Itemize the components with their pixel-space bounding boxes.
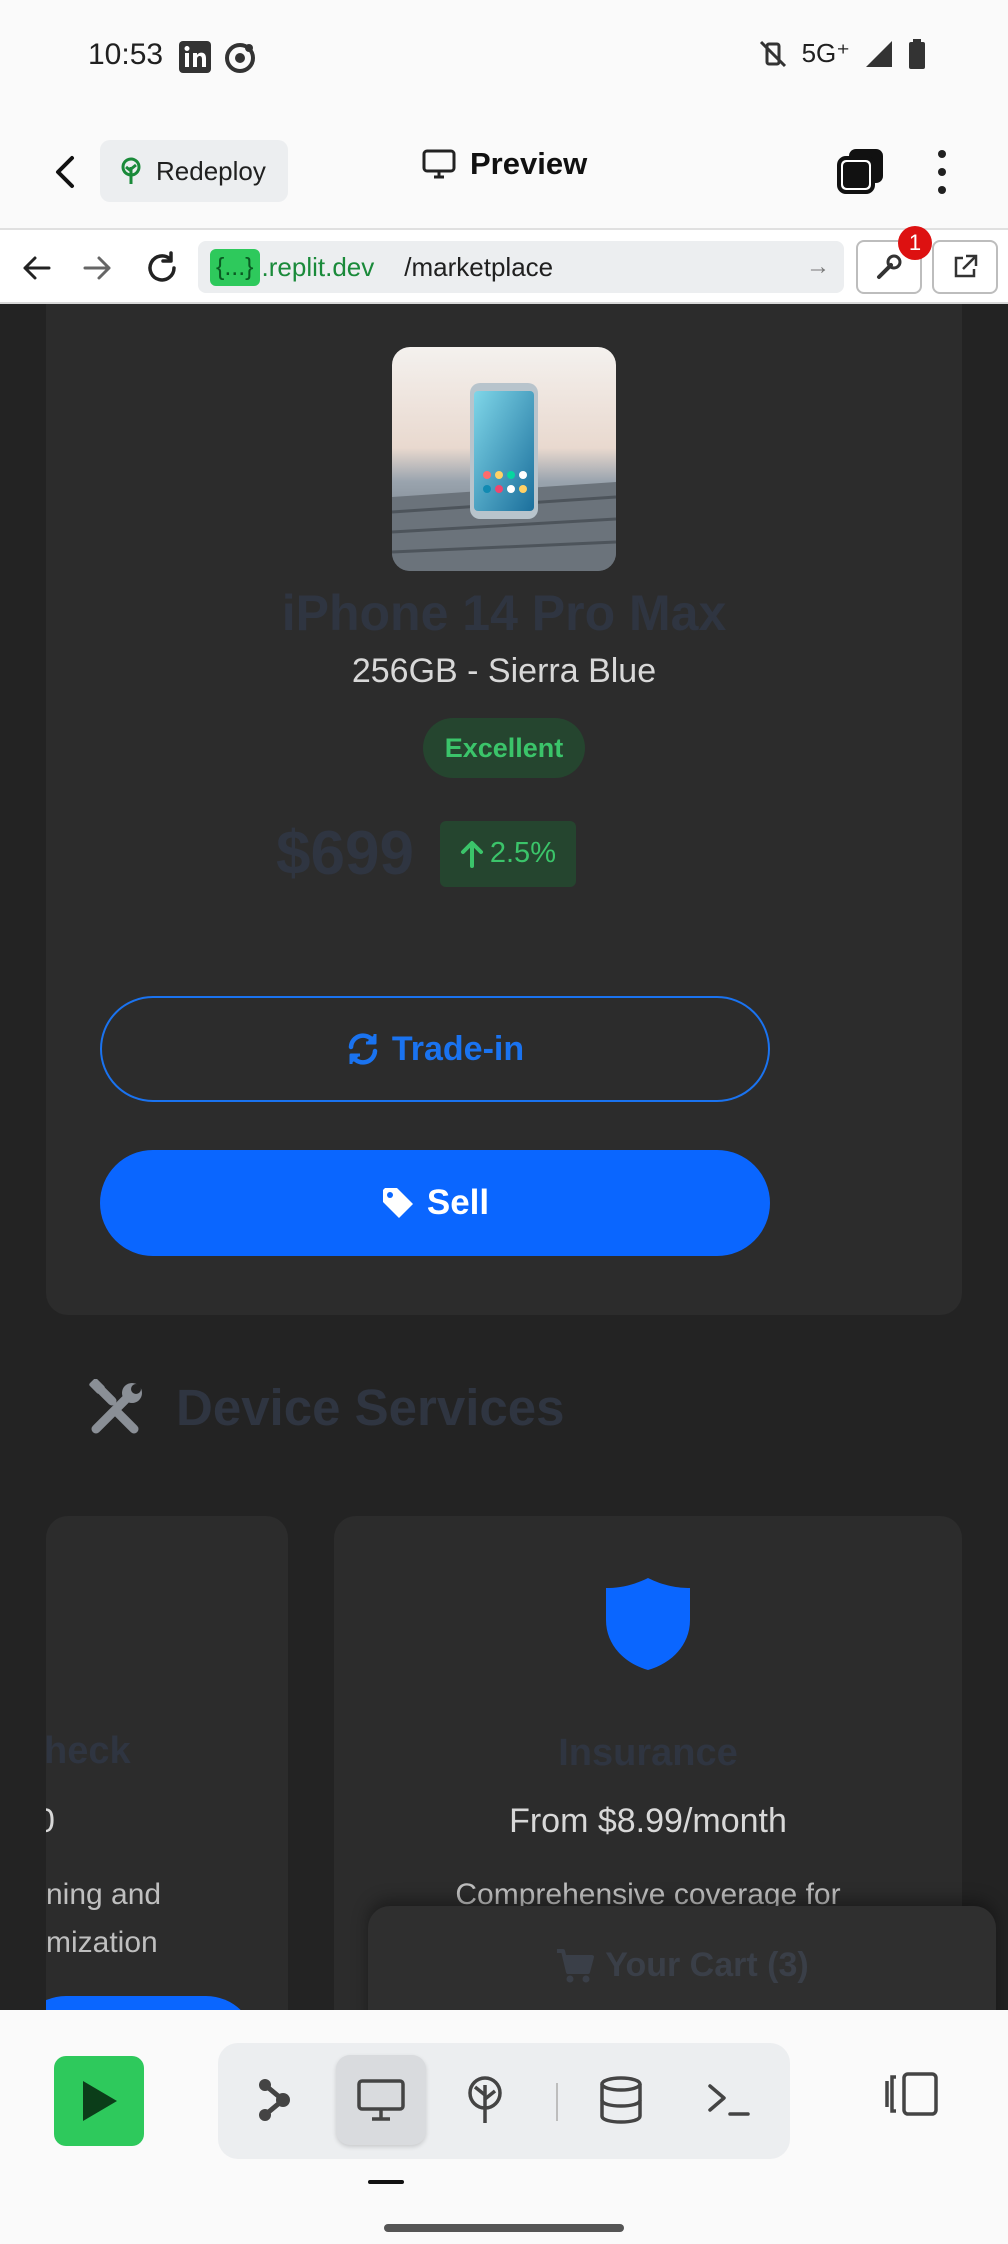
monitor-icon xyxy=(357,2079,405,2121)
sell-label: Sell xyxy=(426,1183,490,1222)
product-price: $699 xyxy=(276,819,414,888)
browser-url-bar: {...} .replit.dev /marketplace → 1 xyxy=(0,226,1008,304)
notification-icons xyxy=(178,40,258,76)
cart-panel[interactable]: Your Cart (3) xyxy=(368,1906,996,2010)
split-view-icon xyxy=(885,2072,938,2116)
tool-preview[interactable] xyxy=(336,2055,426,2145)
tool-shell[interactable] xyxy=(684,2055,774,2145)
tabs-button[interactable] xyxy=(836,146,886,196)
play-icon xyxy=(83,2081,117,2121)
url-go-icon[interactable]: → xyxy=(806,253,830,281)
price-row: $699 2.5% xyxy=(276,818,576,889)
preview-title: Preview xyxy=(422,146,587,182)
run-button[interactable] xyxy=(54,2056,144,2146)
devtools-button[interactable]: 1 xyxy=(856,226,932,294)
top-bar: Redeploy Preview xyxy=(0,118,1008,228)
url-field[interactable]: {...} .replit.dev /marketplace → xyxy=(198,241,844,293)
redeploy-button[interactable]: Redeploy xyxy=(100,140,288,202)
database-icon xyxy=(600,2076,642,2124)
deploy-icon xyxy=(121,157,141,184)
more-options-button[interactable] xyxy=(922,146,962,198)
terminal-icon xyxy=(708,2084,750,2116)
app-notification-icon xyxy=(225,43,255,73)
active-tool-indicator xyxy=(368,2180,404,2184)
url-domain: .replit.dev xyxy=(261,251,375,282)
arrow-left-icon xyxy=(23,256,51,280)
tool-agent[interactable] xyxy=(228,2055,318,2145)
redeploy-label: Redeploy xyxy=(156,155,266,186)
toolbar-divider xyxy=(556,2083,558,2121)
browser-back-button[interactable] xyxy=(16,248,56,288)
battery-icon xyxy=(909,38,925,69)
service-action-button[interactable] xyxy=(46,1996,256,2010)
linkedin-icon xyxy=(179,41,211,73)
monitor-icon xyxy=(422,149,456,179)
cart-label: Your Cart (3) xyxy=(605,1946,809,1984)
product-card: iPhone 14 Pro Max 256GB - Sierra Blue Ex… xyxy=(46,304,962,1315)
trade-in-label: Trade-in xyxy=(391,1029,525,1068)
home-indicator[interactable] xyxy=(384,2224,624,2232)
open-external-button[interactable] xyxy=(932,240,998,294)
condition-badge: Excellent xyxy=(423,718,585,778)
wrench-icon xyxy=(877,254,902,279)
shield-icon xyxy=(606,1578,690,1670)
preview-label: Preview xyxy=(470,146,588,181)
service-card[interactable]: heck 0 ning and mization xyxy=(46,1516,288,2010)
tag-icon xyxy=(382,1188,413,1218)
mute-vibrate-icon xyxy=(759,40,786,67)
devtools-count-badge: 1 xyxy=(898,226,932,260)
shopping-cart-icon xyxy=(557,1948,595,1982)
network-type: 5G⁺ xyxy=(801,38,850,68)
price-change-badge: 2.5% xyxy=(439,820,576,887)
back-button[interactable] xyxy=(42,148,90,196)
services-heading: Device Services xyxy=(88,1378,564,1437)
product-image xyxy=(392,347,616,571)
more-dot-icon xyxy=(938,150,946,158)
service-title: heck xyxy=(46,1730,131,1772)
browser-forward-button[interactable] xyxy=(78,248,118,288)
service-price: 0 xyxy=(46,1802,55,1841)
product-name: iPhone 14 Pro Max xyxy=(281,585,727,641)
layout-toggle-button[interactable] xyxy=(880,2062,944,2126)
more-dot-icon xyxy=(938,168,946,176)
tool-group xyxy=(218,2043,790,2159)
tools-icon xyxy=(89,1378,142,1433)
tool-database[interactable] xyxy=(576,2055,666,2145)
bottom-toolbar xyxy=(0,2010,1008,2244)
agent-icon xyxy=(259,2079,290,2121)
service-price: From $8.99/month xyxy=(509,1802,787,1840)
product-variant: 256GB - Sierra Blue xyxy=(351,652,657,690)
url-badge: {...} xyxy=(210,248,260,286)
reload-icon xyxy=(148,251,176,282)
sync-icon xyxy=(348,1033,378,1065)
trade-in-button[interactable]: Trade-in xyxy=(100,996,770,1102)
status-right: 5G⁺ xyxy=(758,38,926,69)
tabs-icon xyxy=(837,149,883,194)
arrow-up-icon xyxy=(460,840,483,868)
sell-button[interactable]: Sell xyxy=(100,1150,770,1256)
price-change-value: 2.5% xyxy=(489,837,556,869)
status-time: 10:53 xyxy=(88,38,164,71)
chevron-left-icon xyxy=(56,156,74,188)
marketplace-page: iPhone 14 Pro Max 256GB - Sierra Blue Ex… xyxy=(0,304,1008,2010)
deploy-icon xyxy=(468,2076,502,2123)
service-title: Insurance xyxy=(558,1732,738,1774)
reload-button[interactable] xyxy=(142,248,182,288)
services-title: Device Services xyxy=(176,1379,565,1436)
status-bar: 10:53 5G⁺ xyxy=(0,0,1008,118)
more-dot-icon xyxy=(938,186,946,194)
signal-icon xyxy=(866,40,892,67)
service-description: mization xyxy=(46,1926,158,1959)
external-link-icon xyxy=(954,254,978,278)
arrow-right-icon xyxy=(83,256,111,280)
url-path: /marketplace xyxy=(404,251,554,282)
service-description: ning and xyxy=(46,1878,162,1911)
cart-label-row: Your Cart (3) xyxy=(368,1946,996,1985)
tool-deployments[interactable] xyxy=(440,2055,530,2145)
